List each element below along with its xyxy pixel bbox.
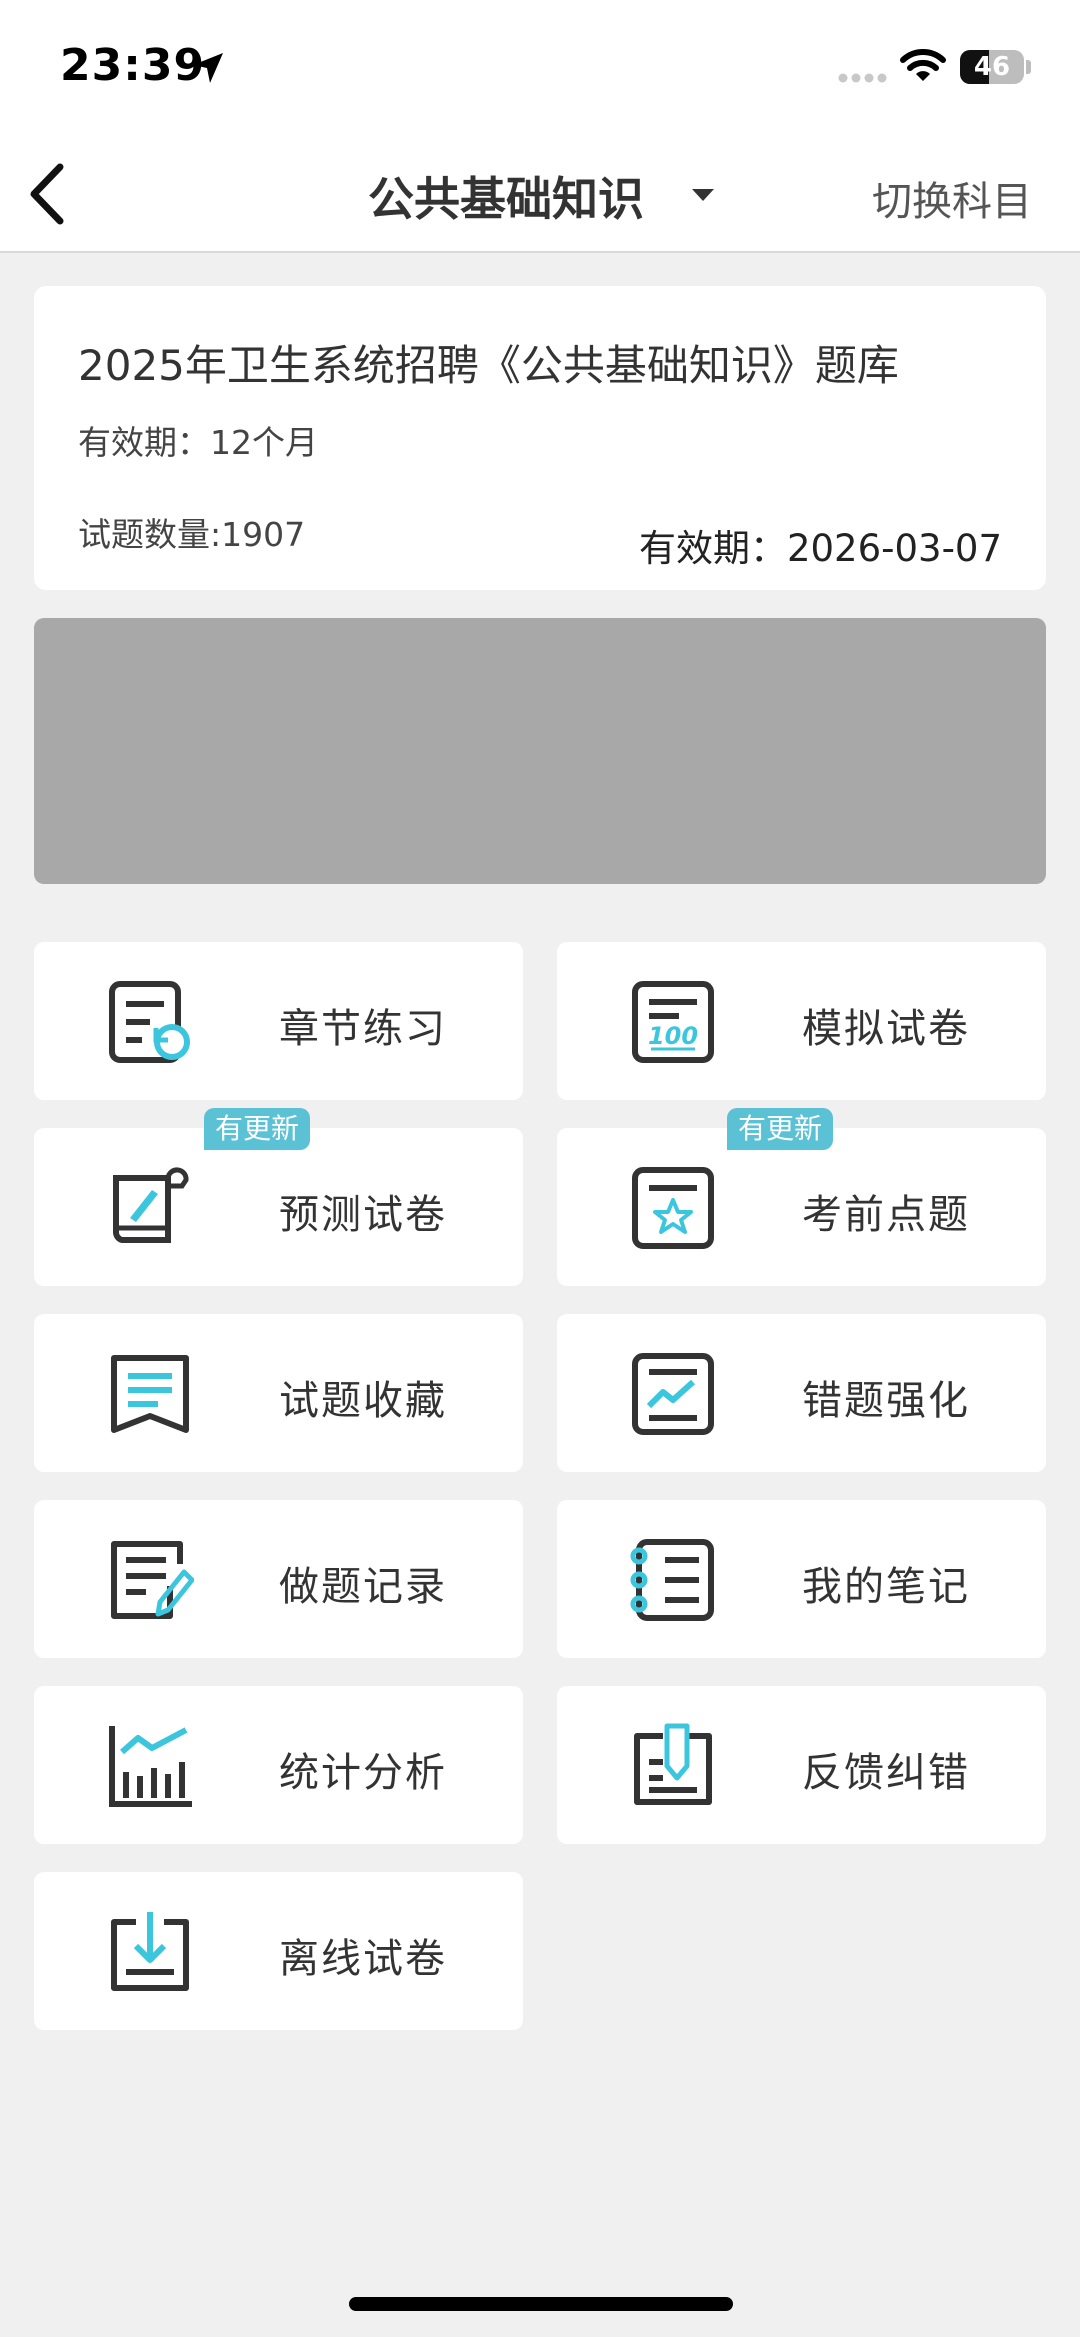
validity-period: 有效期：12个月 [78,423,318,462]
back-chevron-icon[interactable] [20,155,80,233]
menu-item-chapter-practice[interactable]: 章节练习 [34,942,523,1100]
status-time: 23:39 [60,40,206,91]
menu-item-feedback[interactable]: 反馈纠错 [557,1686,1046,1844]
menu-item-label: 试题收藏 [279,1378,447,1424]
menu-item-label: 章节练习 [279,1006,447,1052]
question-bank-title: 2025年卫生系统招聘《公共基础知识》题库 [78,341,899,390]
wifi-icon [900,49,946,81]
home-indicator[interactable] [349,2297,733,2311]
location-arrow-icon [193,53,223,83]
menu-item-label: 我的笔记 [802,1564,970,1610]
menu-item-label: 离线试卷 [279,1936,447,1982]
menu-item-forecast-exam[interactable]: 预测试卷 有更新 [34,1108,523,1286]
battery-nub [1026,60,1031,74]
menu-item-label: 错题强化 [802,1378,970,1424]
menu-item-label: 考前点题 [802,1192,970,1238]
menu-item-label: 预测试卷 [279,1192,447,1238]
switch-subject-button[interactable]: 切换科目 [872,169,1032,227]
menu-item-label: 模拟试卷 [802,1006,970,1052]
menu-item-label: 反馈纠错 [802,1750,970,1796]
forecast-exam-icon [113,1167,189,1243]
menu-item-label: 做题记录 [279,1564,447,1610]
update-badge: 有更新 [727,1108,833,1150]
practice-record-icon [111,1541,194,1619]
battery-indicator: 46 [960,50,1024,84]
feedback-icon [634,1723,712,1805]
menu-item-mock-exam[interactable]: 100 模拟试卷 [557,942,1046,1100]
menu-item-label: 统计分析 [279,1750,447,1796]
mistake-review-icon [632,1353,714,1435]
status-bar: 23:39 46 [0,0,1080,135]
menu-item-offline-download[interactable]: 离线试卷 [34,1872,523,2030]
subject-title[interactable]: 公共基础知识 [368,163,644,229]
question-bank-info-card: 2025年卫生系统招聘《公共基础知识》题库 有效期：12个月 试题数量:1907… [34,286,1046,590]
chapter-practice-icon [109,981,190,1063]
update-badge: 有更新 [204,1108,310,1150]
bookmark-questions-icon [111,1355,189,1433]
menu-item-practice-record[interactable]: 做题记录 [34,1500,523,1658]
menu-item-statistics[interactable]: 统计分析 [34,1686,523,1844]
navigation-bar: 公共基础知识 切换科目 [0,135,1080,253]
battery-level: 46 [973,52,1011,82]
menu-item-bookmark-questions[interactable]: 试题收藏 [34,1314,523,1472]
menu-item-notes[interactable]: 我的笔记 [557,1500,1046,1658]
notes-icon [630,1539,714,1621]
question-count: 试题数量:1907 [78,515,306,554]
mock-exam-icon: 100 [632,981,714,1063]
pre-exam-tips-icon [632,1167,714,1249]
expiry-date: 有效期：2026-03-07 [638,527,1002,570]
statistics-icon [109,1726,192,1807]
menu-item-pre-exam-tips[interactable]: 考前点题 有更新 [557,1108,1046,1286]
svg-text:100: 100 [648,1022,698,1050]
cellular-signal-icon [838,73,887,83]
banner-image[interactable] [34,618,1046,884]
offline-download-icon [111,1912,189,1991]
caret-down-icon[interactable] [690,187,716,203]
menu-item-mistake-review[interactable]: 错题强化 [557,1314,1046,1472]
